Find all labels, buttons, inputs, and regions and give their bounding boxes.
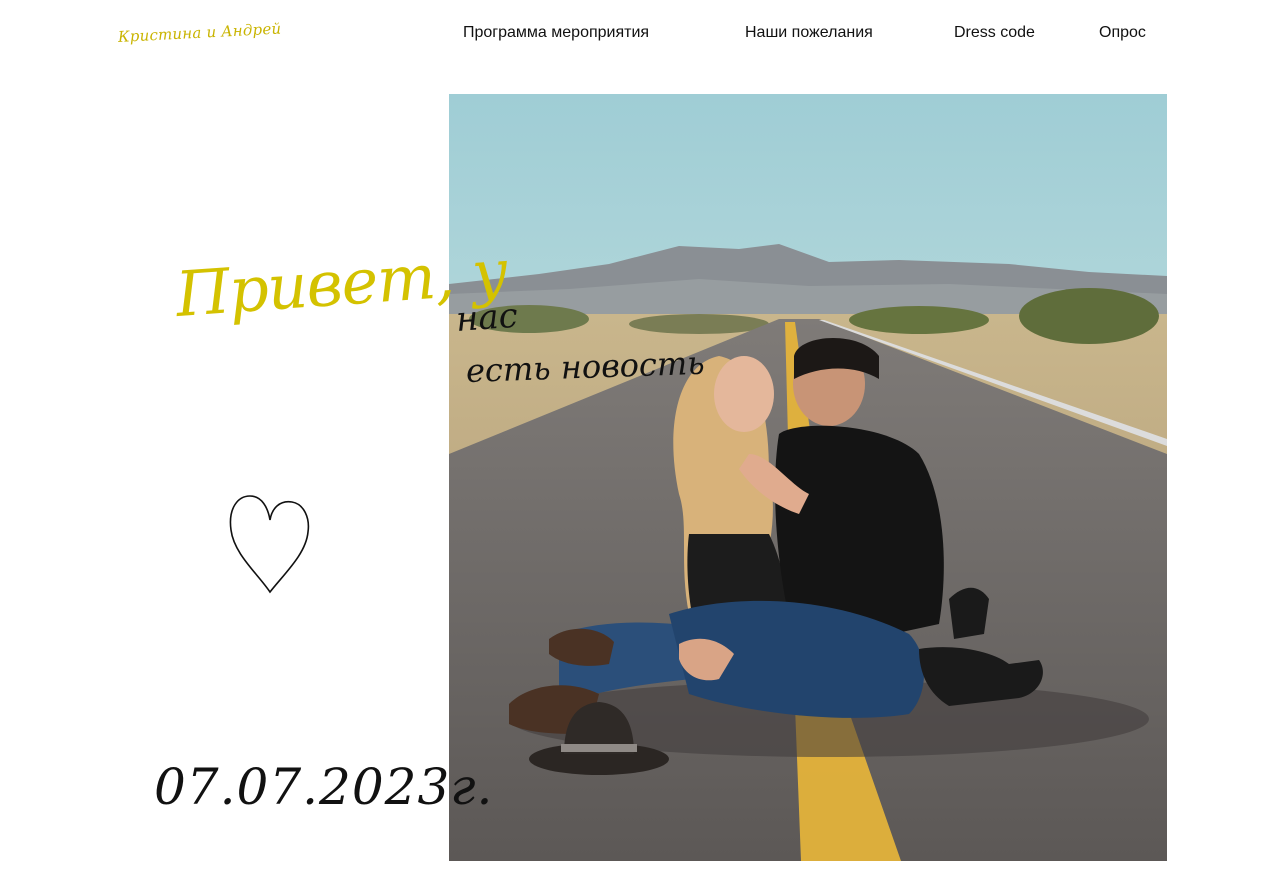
hero-photo <box>449 94 1167 861</box>
nav-item-program[interactable]: Программа мероприятия <box>463 24 649 42</box>
main-nav: Программа мероприятия Наши пожелания Dre… <box>0 24 1280 48</box>
nav-item-dress-code[interactable]: Dress code <box>954 24 1035 42</box>
headline-greeting-continued: нас <box>454 295 519 340</box>
event-date: 07.07.2023г. <box>154 758 494 816</box>
nav-item-survey[interactable]: Опрос <box>1099 24 1146 42</box>
nav-item-wishes[interactable]: Наши пожелания <box>745 24 873 42</box>
heart-outline-icon <box>229 495 310 594</box>
couple-on-road-photo <box>449 94 1167 861</box>
